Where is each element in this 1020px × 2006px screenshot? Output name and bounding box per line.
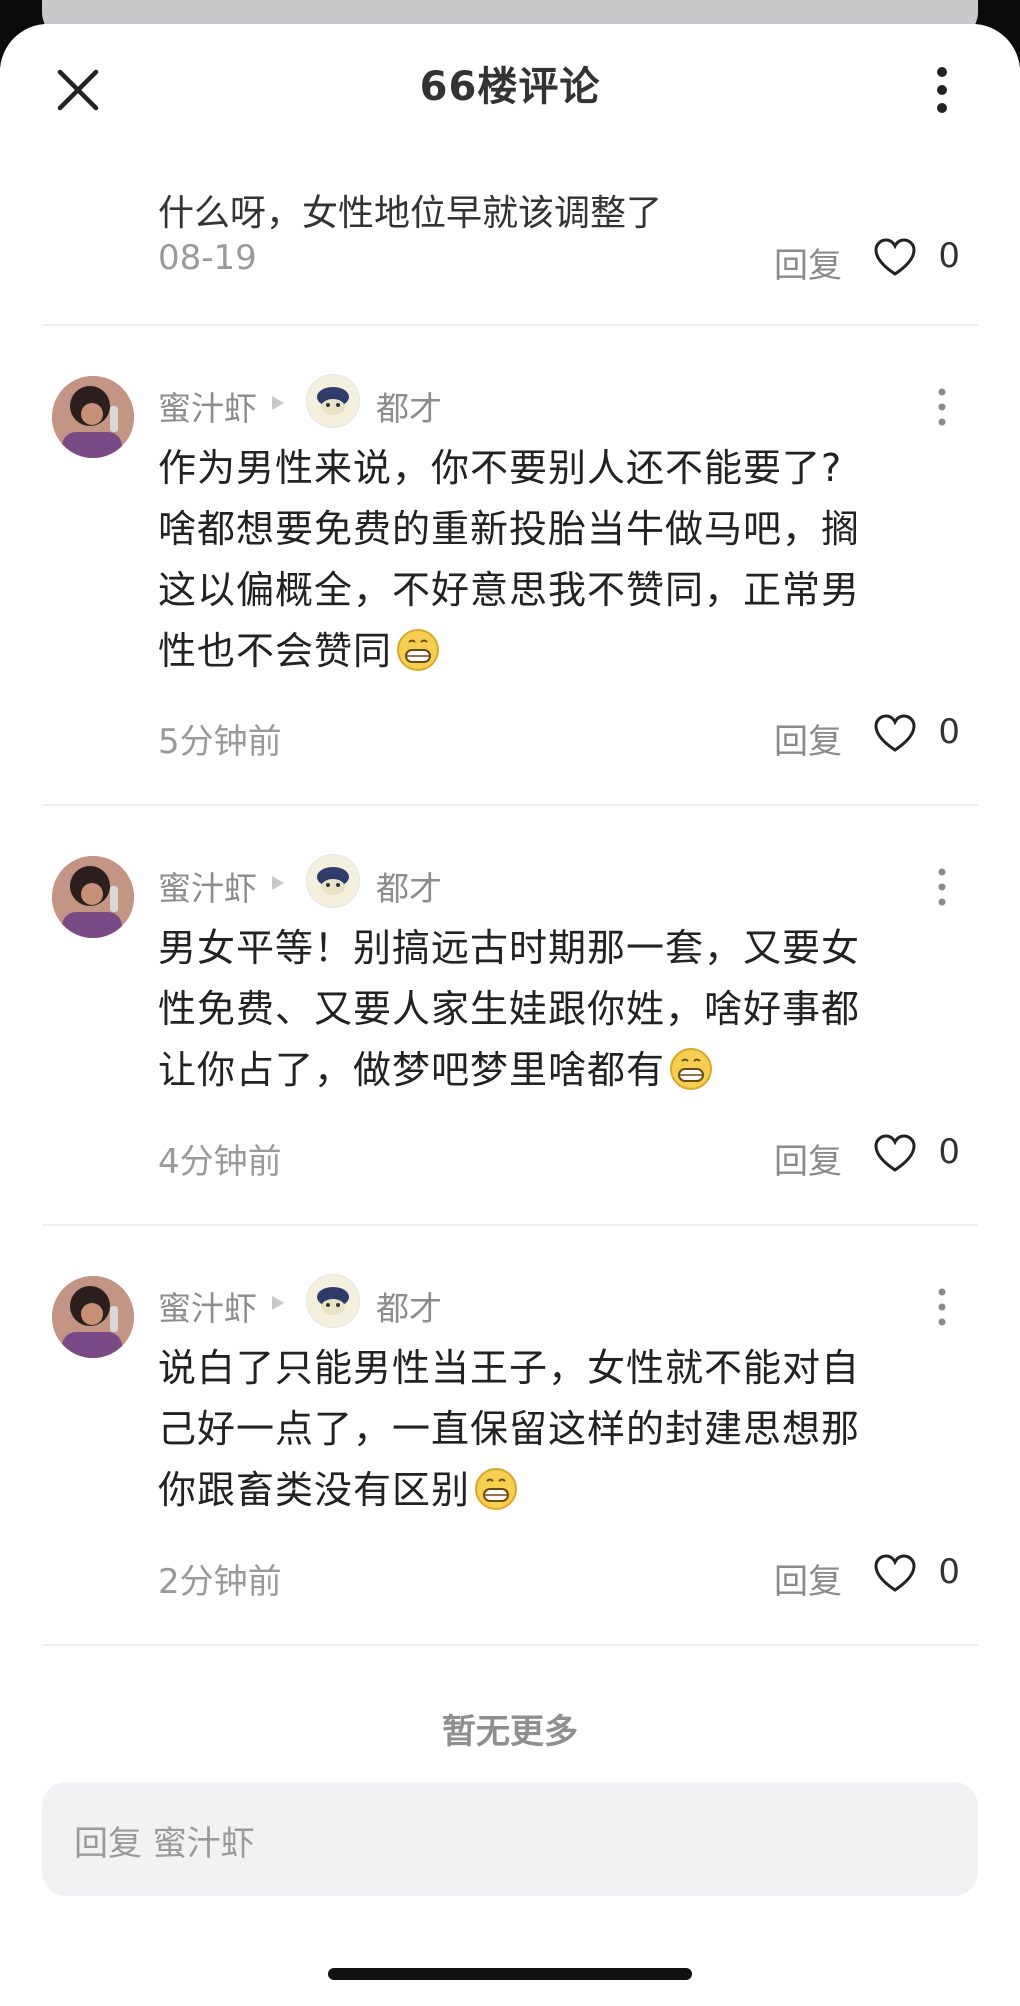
divider	[42, 324, 978, 326]
username[interactable]: 蜜汁虾	[158, 382, 257, 430]
avatar[interactable]	[52, 856, 134, 938]
like-count: 0	[938, 236, 960, 276]
comment-more-icon[interactable]	[930, 862, 954, 912]
reply-button[interactable]: 回复	[774, 714, 842, 763]
comment-meta: 4分钟前 回复 0	[158, 1128, 964, 1182]
like-count: 0	[938, 1552, 960, 1592]
heart-outline-icon[interactable]	[874, 1134, 916, 1174]
comment-user-row: 蜜汁虾 都才	[158, 854, 938, 910]
comment-text: 作为男性来说，你不要别人还不能要了? 啥都想要免费的重新投胎当牛做马吧，搁 这以…	[158, 438, 938, 682]
comment-user-row: 蜜汁虾 都才	[158, 1274, 938, 1330]
comment-line: 说白了只能男性当王子，女性就不能对自	[158, 1346, 861, 1390]
comment-more-icon[interactable]	[930, 1282, 954, 1332]
divider	[42, 804, 978, 806]
reply-arrow-icon	[270, 1294, 286, 1312]
comment-time: 4分钟前	[158, 1142, 282, 1182]
reply-input-placeholder: 回复 蜜汁虾	[74, 1824, 255, 1864]
reply-input[interactable]: 回复 蜜汁虾	[42, 1782, 978, 1896]
comment-line: 性也不会赞同	[158, 629, 393, 673]
grinning-emoji-icon	[474, 1467, 518, 1511]
avatar[interactable]	[52, 1276, 134, 1358]
heart-outline-icon[interactable]	[874, 238, 916, 278]
previous-comment-meta: 08-19 回复 0	[158, 232, 964, 286]
comment-time: 08-19	[158, 238, 257, 278]
header-bar: 66楼评论	[0, 24, 1020, 142]
reply-arrow-icon	[270, 874, 286, 892]
heart-outline-icon[interactable]	[874, 714, 916, 754]
comment-line: 啥都想要免费的重新投胎当牛做马吧，搁	[158, 507, 861, 551]
heart-outline-icon[interactable]	[874, 1554, 916, 1594]
comment-time: 5分钟前	[158, 722, 282, 762]
reply-button[interactable]: 回复	[774, 238, 842, 287]
comment-line: 你跟畜类没有区别	[158, 1468, 471, 1512]
grinning-emoji-icon	[396, 628, 440, 672]
reply-target-name[interactable]: 都才	[376, 1282, 442, 1330]
divider	[42, 1644, 978, 1646]
comment-meta: 5分钟前 回复 0	[158, 708, 964, 762]
more-vertical-icon[interactable]	[924, 60, 960, 120]
reply-target-avatar[interactable]	[306, 1274, 360, 1328]
username[interactable]: 蜜汁虾	[158, 862, 257, 910]
username[interactable]: 蜜汁虾	[158, 1282, 257, 1330]
reply-target-name[interactable]: 都才	[376, 862, 442, 910]
comment-text: 男女平等！别搞远古时期那一套，又要女 性免费、又要人家生娃跟你姓，啥好事都 让你…	[158, 918, 938, 1101]
home-indicator	[328, 1968, 692, 1980]
comments-sheet: 66楼评论 什么呀，女性地位早就该调整了 08-19 回复 0 蜜汁虾 都才 作…	[0, 24, 1020, 2006]
reply-target-name[interactable]: 都才	[376, 382, 442, 430]
no-more-label: 暂无更多	[442, 1712, 578, 1752]
grinning-emoji-icon	[669, 1047, 713, 1091]
reply-target-avatar[interactable]	[306, 854, 360, 908]
comment-time: 2分钟前	[158, 1562, 282, 1602]
like-count: 0	[938, 1132, 960, 1172]
reply-arrow-icon	[270, 394, 286, 412]
reply-button[interactable]: 回复	[774, 1554, 842, 1603]
comment-line: 己好一点了，一直保留这样的封建思想那	[158, 1407, 861, 1451]
comment-line: 让你占了，做梦吧梦里啥都有	[158, 1048, 666, 1092]
comment-text: 说白了只能男性当王子，女性就不能对自 己好一点了，一直保留这样的封建思想那 你跟…	[158, 1338, 938, 1521]
comment-meta: 2分钟前 回复 0	[158, 1548, 964, 1602]
previous-comment-text: 什么呀，女性地位早就该调整了	[158, 193, 663, 234]
comment-more-icon[interactable]	[930, 382, 954, 432]
comment-line: 男女平等！别搞远古时期那一套，又要女	[158, 926, 861, 970]
comment-user-row: 蜜汁虾 都才	[158, 374, 938, 430]
like-count: 0	[938, 712, 960, 752]
comment-line: 作为男性来说，你不要别人还不能要了?	[158, 446, 843, 490]
avatar[interactable]	[52, 376, 134, 458]
page-title: 66楼评论	[419, 64, 601, 110]
reply-target-avatar[interactable]	[306, 374, 360, 428]
comment-line: 这以偏概全，不好意思我不赞同，正常男	[158, 568, 861, 612]
reply-button[interactable]: 回复	[774, 1134, 842, 1183]
comment-line: 性免费、又要人家生娃跟你姓，啥好事都	[158, 987, 861, 1031]
divider	[42, 1224, 978, 1226]
